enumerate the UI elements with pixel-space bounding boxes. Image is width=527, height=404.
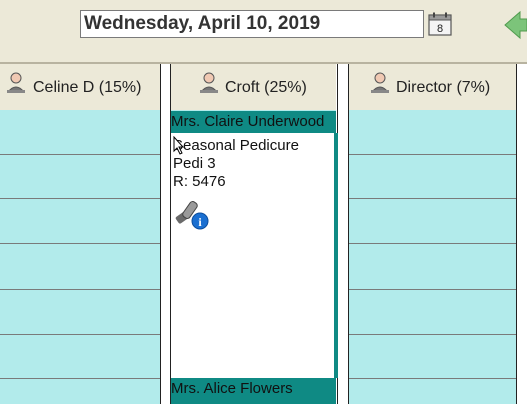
staff-avatar-icon	[199, 72, 219, 93]
slot-divider	[349, 334, 516, 335]
calendar-icon[interactable]: 8	[428, 12, 452, 36]
slot-divider	[0, 334, 160, 335]
column-header-celine[interactable]: Celine D (15%)	[0, 64, 160, 110]
mouse-cursor-icon	[173, 136, 185, 155]
slot-divider	[349, 243, 516, 244]
slot-divider	[349, 289, 516, 290]
slot-divider	[0, 289, 160, 290]
appointment-edge	[334, 133, 338, 378]
staff-avatar-icon	[370, 72, 390, 93]
slot-divider	[0, 198, 160, 199]
column-label: Celine D (15%)	[33, 79, 142, 96]
arrow-left-green-icon[interactable]	[500, 10, 527, 40]
appointment-details[interactable]: Seasonal Pedicure Pedi 3 R: 5476	[171, 133, 334, 378]
slot-divider	[349, 198, 516, 199]
appointment-ref: R: 5476	[173, 173, 226, 190]
slot-divider	[0, 154, 160, 155]
appointment-client[interactable]: Mrs. Claire Underwood	[171, 111, 336, 133]
column-divider	[348, 64, 349, 404]
column-label: Director (7%)	[396, 79, 491, 96]
date-field[interactable]: Wednesday, April 10, 2019	[80, 10, 424, 38]
slot-divider	[0, 378, 160, 379]
appointment-client[interactable]: Mrs. Alice Flowers	[171, 378, 336, 404]
tools-info-icon[interactable]: i	[172, 195, 210, 231]
column-divider	[516, 64, 517, 404]
appointment-station: Pedi 3	[173, 155, 216, 172]
slot-divider	[0, 243, 160, 244]
appointment-service: Seasonal Pedicure	[173, 137, 299, 154]
slot-divider	[349, 378, 516, 379]
slot-divider	[349, 154, 516, 155]
column-label: Croft (25%)	[225, 79, 307, 96]
staff-avatar-icon	[6, 72, 26, 93]
column-header-director[interactable]: Director (7%)	[349, 64, 516, 110]
svg-text:8: 8	[437, 23, 443, 35]
column-header-croft[interactable]: Croft (25%)	[171, 64, 336, 110]
column-divider	[160, 64, 161, 404]
toolbar: Wednesday, April 10, 2019 8	[0, 0, 527, 64]
